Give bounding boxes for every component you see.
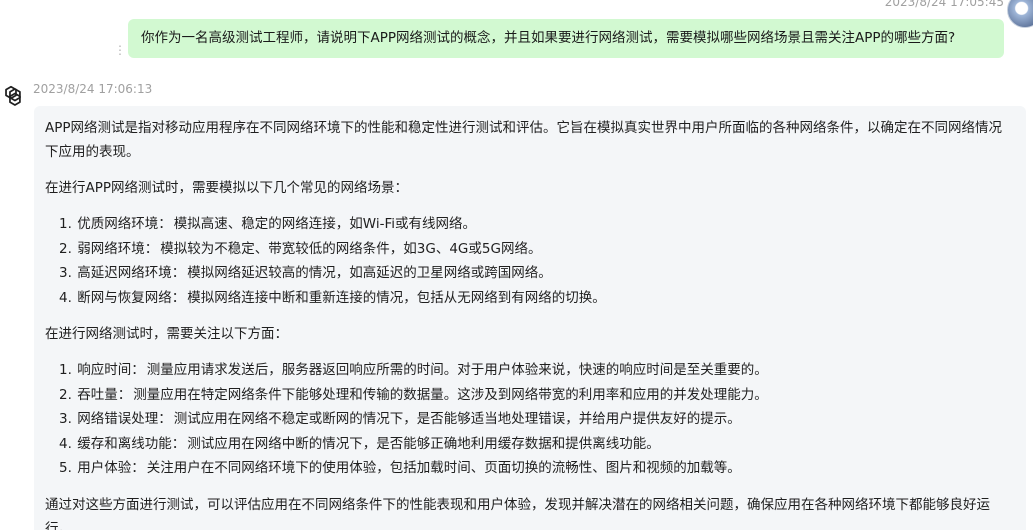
aspects-heading: 在进行网络测试时，需要关注以下方面： (45, 326, 288, 342)
aspects-list: 1. 响应时间： 测量应用请求发送后，服务器返回响应所需的时间。对于用户体验来说，… (45, 358, 1014, 481)
list-item: 2. 弱网络环境： 模拟较为不稳定、带宽较低的网络条件，如3G、4G或5G网络。 (59, 240, 542, 257)
chat-view: 2023/8/24 17:05:45 ⋮ 你作为一名高级测试工程师，请说明下AP… (0, 0, 1033, 530)
list-item: 1. 响应时间： 测量应用请求发送后，服务器返回响应所需的时间。对于用户体验来说，… (59, 362, 768, 378)
list-item: 3. 网络错误处理： 测试应用在网络不稳定或断网的情况下，是否能够适当地处理错误，… (59, 411, 741, 427)
scenarios-list: 1. 优质网络环境： 模拟高速、稳定的网络连接，如Wi-Fi或有线网络。 2. 弱… (45, 212, 1014, 310)
vertical-ellipsis-icon[interactable]: ⋮ (114, 43, 126, 57)
openai-logo-icon (0, 83, 24, 111)
list-item: 4. 断网与恢复网络： 模拟网络连接中断和重新连接的情况，包括从无网络到有网络的切… (59, 289, 606, 306)
list-item: 1. 优质网络环境： 模拟高速、稳定的网络连接，如Wi-Fi或有线网络。 (59, 216, 477, 232)
user-avatar-icon[interactable] (1007, 0, 1033, 28)
scenarios-heading: 在进行APP网络测试时，需要模拟以下几个常见的网络场景： (45, 180, 409, 196)
list-item: 2. 吞吐量： 测量应用在特定网络条件下能够处理和传输的数据量。这涉及到网络带宽的… (59, 386, 768, 403)
ai-conclusion-paragraph: 通过对这些方面进行测试，可以评估应用在不同网络条件下的性能表现和用户体验，发现并… (45, 496, 990, 530)
ai-intro-paragraph: APP网络测试是指对移动应用程序在不同网络环境下的性能和稳定性进行测试和评估。它… (45, 120, 1003, 160)
list-item: 4. 缓存和离线功能： 测试应用在网络中断的情况下，是否能够正确地利用缓存数据和提… (59, 435, 660, 452)
ai-message-bubble: APP网络测试是指对移动应用程序在不同网络环境下的性能和稳定性进行测试和评估。它… (34, 106, 1026, 530)
user-message-text: 你作为一名高级测试工程师，请说明下APP网络测试的概念，并且如果要进行网络测试，… (141, 30, 956, 46)
list-item: 5. 用户体验： 关注用户在不同网络环境下的使用体验，包括加载时间、页面切换的流畅… (59, 460, 741, 476)
user-message-timestamp: 2023/8/24 17:05:45 (884, 0, 1004, 9)
list-item: 3. 高延迟网络环境： 模拟网络延迟较高的情况，如高延迟的卫星网络或跨国网络。 (59, 265, 552, 281)
ai-message-timestamp: 2023/8/24 17:06:13 (33, 82, 153, 96)
user-message-bubble: 你作为一名高级测试工程师，请说明下APP网络测试的概念，并且如果要进行网络测试，… (128, 19, 1004, 58)
